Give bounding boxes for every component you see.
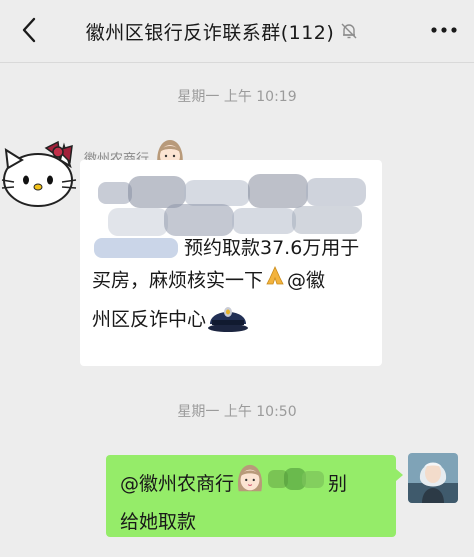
sender-avatar[interactable] bbox=[0, 136, 78, 210]
message-line-2: 给她取款 bbox=[120, 511, 197, 533]
message-line-3: 州区反诈中心 bbox=[92, 308, 207, 331]
message-line-2: 买房，麻烦核实一下 bbox=[92, 269, 264, 292]
police-officer-icon bbox=[206, 298, 250, 342]
message-bubble-received[interactable]: 预约取款37.6万用于 买房，麻烦核实一下 @徽 州区反诈中心 bbox=[80, 160, 382, 366]
message-timestamp: 星期一 上午 10:19 bbox=[177, 89, 297, 105]
message-suffix: 别 bbox=[328, 473, 348, 495]
self-avatar[interactable] bbox=[408, 453, 458, 503]
girl-emoji-icon bbox=[234, 463, 266, 506]
redacted-name bbox=[266, 466, 328, 503]
more-button[interactable] bbox=[426, 16, 462, 44]
chevron-left-icon bbox=[22, 17, 36, 43]
more-dots-icon bbox=[431, 27, 457, 33]
chat-title: 徽州区银行反诈联系群(112) bbox=[60, 0, 384, 62]
message-timestamp: 星期一 上午 10:50 bbox=[177, 404, 297, 420]
chat-header: 徽州区银行反诈联系群(112) bbox=[0, 0, 474, 63]
chat-title-text: 徽州区银行反诈联系群(112) bbox=[85, 21, 335, 44]
mention-text[interactable]: @徽州农商行 bbox=[120, 473, 234, 495]
back-button[interactable] bbox=[14, 14, 44, 46]
message-text: @徽州农商行 别 给她取款 bbox=[120, 463, 388, 539]
mention-text[interactable]: @徽 bbox=[287, 270, 325, 292]
message-line-1: 预约取款37.6万用于 bbox=[184, 237, 360, 259]
message-text: 预约取款37.6万用于 买房，麻烦核实一下 @徽 州区反诈中心 bbox=[92, 232, 374, 342]
pray-hands-icon bbox=[263, 264, 287, 298]
bell-off-icon bbox=[340, 22, 358, 40]
message-bubble-sent[interactable]: @徽州农商行 别 给她取款 bbox=[106, 455, 403, 539]
